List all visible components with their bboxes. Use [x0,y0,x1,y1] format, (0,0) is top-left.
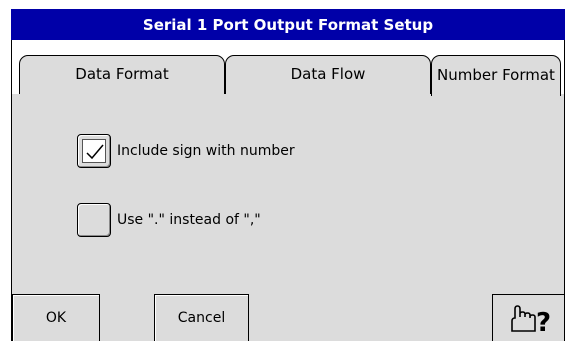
tab-number-format[interactable]: Number Format [431,55,561,96]
help-button[interactable]: ? [492,294,565,341]
hand-question-icon: ? [510,305,551,335]
tab-data-flow[interactable]: Data Flow [225,55,431,95]
include-sign-option[interactable]: Include sign with number [77,133,295,169]
cancel-button[interactable]: Cancel [154,294,249,341]
tab-bar: Data Format Data Flow Number Format [12,40,564,96]
include-sign-checkbox[interactable] [77,134,111,168]
dialog-title: Serial 1 Port Output Format Setup [11,9,565,40]
use-dot-checkbox[interactable] [77,203,111,237]
check-mark-icon [86,144,104,160]
help-glyph: ? [536,308,551,335]
dialog-window: Serial 1 Port Output Format Setup Data F… [11,9,565,341]
use-dot-label: Use "." instead of "," [117,212,261,228]
use-dot-option[interactable]: Use "." instead of "," [77,202,261,238]
tab-data-format[interactable]: Data Format [19,55,225,95]
include-sign-label: Include sign with number [117,143,295,159]
ok-button[interactable]: OK [12,294,100,341]
